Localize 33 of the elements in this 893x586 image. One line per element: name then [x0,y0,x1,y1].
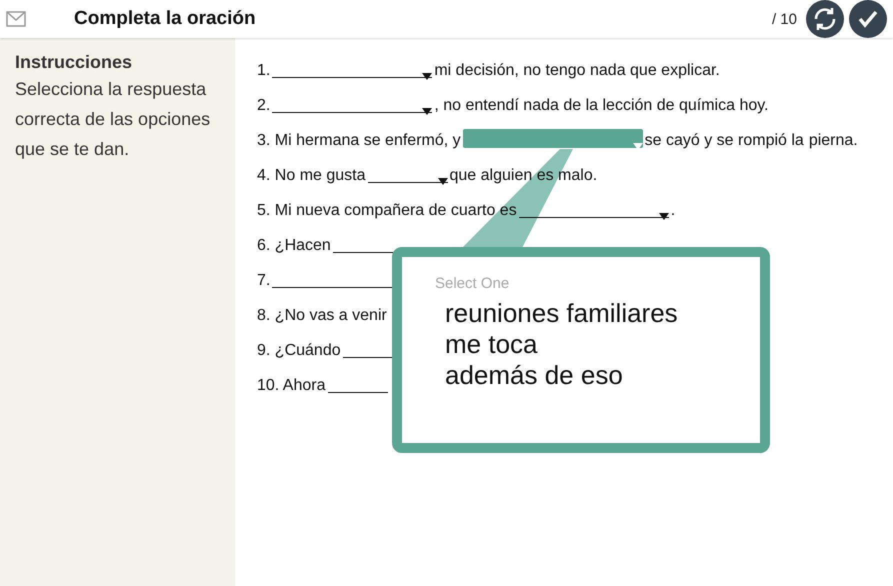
question-text: 1. [257,62,270,79]
question-text: pierna. [808,132,858,149]
caret-icon [422,108,432,115]
question-text: se cayó y se rompió la [644,132,804,149]
page-title: Completa la oración [74,8,257,30]
question-text: . [670,202,676,219]
question-text: 2. [257,97,270,114]
option-item[interactable]: reuniones familiares [435,298,760,329]
check-icon [857,8,879,30]
caret-icon [422,73,432,80]
question-text: 5. Mi nueva compañera de cuarto es [257,202,517,219]
caret-icon [438,178,448,185]
check-button[interactable] [849,0,887,38]
question-text: 9. ¿Cuándo [257,342,341,359]
instructions-title: Instrucciones [15,51,134,74]
reset-button[interactable] [806,0,844,38]
question-text: 10. Ahora [257,377,326,394]
question-text: mi decisión, no tengo nada que explicar. [434,62,720,79]
question-text: , no entendí nada de la lección de química hoy. [434,97,768,114]
question-text: 6. ¿Hacen [257,237,331,254]
caret-icon [632,143,643,150]
option-item[interactable]: me toca [435,329,760,360]
option-item[interactable]: además de eso [435,360,760,391]
question-text: 8. ¿No vas a venir [257,307,387,324]
score-text: / 10 [772,10,797,28]
question-text: 4. No me gusta [257,167,366,184]
question-text: 7. [257,272,270,289]
question-text: que alguien es malo. [450,167,598,184]
refresh-icon [812,6,838,32]
instructions-text: Selecciona la respuesta correcta de las opciones que se te dan. [15,78,212,161]
question-text: 3. Mi hermana se enfermó, y [257,132,461,149]
mail-icon[interactable] [6,11,26,27]
caret-icon [658,213,669,220]
